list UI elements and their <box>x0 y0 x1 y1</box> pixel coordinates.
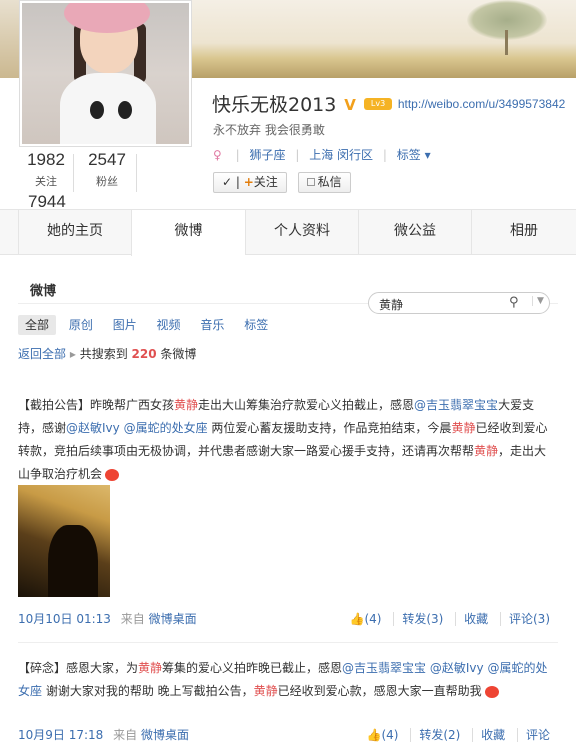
mention-link[interactable]: @吉玉翡翠宝宝 <box>414 398 498 412</box>
avatar[interactable] <box>19 0 192 147</box>
heart-emoji-icon <box>105 468 120 481</box>
search-result-summary: 返回全部 ▸ 共搜索到 220 条微博 <box>18 347 197 361</box>
post-source[interactable]: 微博桌面 <box>149 612 197 626</box>
tab-home[interactable]: 她的主页 <box>18 210 131 255</box>
post-time[interactable]: 10月9日 17:18 <box>18 728 103 742</box>
following-stat[interactable]: 1982 关注 <box>24 150 68 189</box>
keyword-highlight: 黄静 <box>451 421 476 435</box>
filter-image[interactable]: 图片 <box>106 315 144 335</box>
repost-button[interactable]: 转发(3) <box>393 612 452 626</box>
post-text-segment: 谢谢大家对我的帮助 晚上写截拍公告， <box>42 684 254 698</box>
like-button[interactable]: 👍(4) <box>342 612 390 626</box>
verified-icon[interactable]: V <box>344 96 360 114</box>
keyword-highlight: 黄静 <box>253 684 278 698</box>
post-time[interactable]: 10月10日 01:13 <box>18 612 111 626</box>
tags-link[interactable]: 标签 ▾ <box>397 148 431 162</box>
filter-music[interactable]: 音乐 <box>193 315 231 335</box>
profile-name: 快乐无极2013 <box>212 94 337 116</box>
filter-original[interactable]: 原创 <box>62 315 100 335</box>
female-icon: ♀ <box>213 148 222 162</box>
message-icon <box>306 178 315 186</box>
keyword-highlight: 黄静 <box>138 661 163 675</box>
filter-all[interactable]: 全部 <box>18 315 57 335</box>
post-text-segment: 【碎念】感恩大家，为 <box>18 661 139 675</box>
tab-charity[interactable]: 微公益 <box>358 210 471 255</box>
comment-button[interactable]: 评论 <box>516 728 558 742</box>
post-source[interactable]: 微博桌面 <box>141 728 189 742</box>
zodiac-link[interactable]: 狮子座 <box>250 148 286 162</box>
mention-link[interactable]: @属蛇的处女座 <box>124 421 208 435</box>
post-text: 【碎念】感恩大家，为黄静筹集的爱心义拍昨晚已截止，感恩@吉玉翡翠宝宝 @赵敏Iv… <box>18 657 558 703</box>
favorite-button[interactable]: 收藏 <box>472 728 514 742</box>
mention-link[interactable]: @吉玉翡翠宝宝 <box>342 661 426 675</box>
post-text-segment: 已经收到爱心款，感恩大家一直帮助我 <box>277 684 482 698</box>
post-image[interactable] <box>18 485 110 597</box>
search-icon[interactable]: ⚲ <box>509 295 519 310</box>
like-button[interactable]: 👍(4) <box>359 728 407 742</box>
post-text-segment: 两位爱心蓄友援助支持，作品竞拍结束，今晨 <box>207 421 452 435</box>
location-link[interactable]: 上海 闵行区 <box>309 148 373 162</box>
back-to-all-link[interactable]: 返回全部 <box>18 347 66 361</box>
plus-icon: + <box>243 175 254 189</box>
post-text: 【截拍公告】昨晚帮广西女孩黄静走出大山筹集治疗款爱心义拍截止，感恩@吉玉翡翠宝宝… <box>18 394 558 486</box>
post-text-segment: 走出大山筹集治疗款爱心义拍截止，感恩 <box>198 398 415 412</box>
keyword-highlight: 黄静 <box>474 444 499 458</box>
favorite-button[interactable]: 收藏 <box>455 612 497 626</box>
tab-album[interactable]: 相册 <box>471 210 576 255</box>
level-badge[interactable]: Lv3 <box>364 97 393 110</box>
filter-bar: 全部 原创 图片 视频 音乐 标签 <box>18 315 277 337</box>
mention-link[interactable]: @赵敏Ivy <box>430 661 484 675</box>
section-title: 微博 <box>30 284 57 299</box>
search-input[interactable]: 黄静 ⚲ ▼ <box>368 292 550 314</box>
post-text-segment: 【截拍公告】昨晚帮广西女孩 <box>18 398 175 412</box>
post-meta: 10月9日 17:18 来自 微博桌面 👍(4) 转发(2) 收藏 评论 <box>18 726 558 746</box>
profile-motto: 永不放弃 我会很勇敢 <box>213 123 325 137</box>
mention-link[interactable]: @赵敏Ivy <box>66 421 120 435</box>
fans-stat[interactable]: 2547 粉丝 <box>82 150 132 189</box>
heart-emoji-icon <box>484 685 499 698</box>
filter-tags[interactable]: 标签 <box>237 315 275 335</box>
post-meta: 10月10日 01:13 来自 微博桌面 👍(4) 转发(3) 收藏 评论(3) <box>18 610 558 630</box>
profile-url-link[interactable]: http://weibo.com/u/3499573842 <box>398 97 565 111</box>
chevron-down-icon: ▾ <box>424 148 431 162</box>
profile-tabs: 她的主页 微博 个人资料 微公益 相册 <box>0 209 576 256</box>
profile-stats: 1982 关注 2547 粉丝 7944 <box>19 150 192 211</box>
check-icon: ✓ <box>222 175 233 189</box>
message-button[interactable]: 私信 <box>297 172 351 193</box>
post-text-segment: 筹集的爱心义拍昨晚已截止，感恩 <box>162 661 343 675</box>
repost-button[interactable]: 转发(2) <box>410 728 469 742</box>
dropdown-icon[interactable]: ▼ <box>532 296 544 306</box>
tab-weibo[interactable]: 微博 <box>131 210 245 256</box>
tab-profile[interactable]: 个人资料 <box>245 210 358 255</box>
comment-button[interactable]: 评论(3) <box>500 612 558 626</box>
follow-button[interactable]: ✓ | +关注 <box>213 172 287 193</box>
keyword-highlight: 黄静 <box>174 398 199 412</box>
filter-video[interactable]: 视频 <box>150 315 188 335</box>
